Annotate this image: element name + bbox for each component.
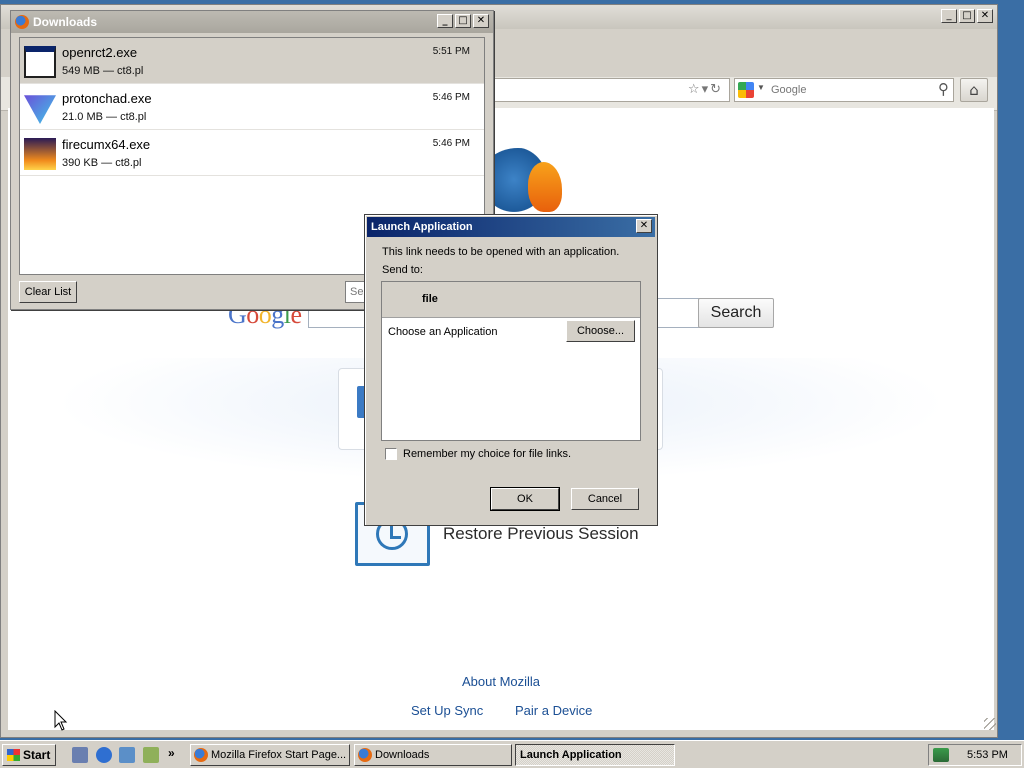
quick-launch-icon[interactable] bbox=[143, 747, 159, 763]
internet-explorer-icon[interactable] bbox=[96, 747, 112, 763]
system-tray: 5:53 PM bbox=[928, 744, 1022, 766]
minimize-icon[interactable]: _ bbox=[941, 9, 957, 23]
download-meta: 549 MB — ct8.pl bbox=[62, 65, 144, 77]
task-label: Launch Application bbox=[520, 749, 622, 761]
windows-logo-icon bbox=[7, 749, 20, 761]
download-time: 5:51 PM bbox=[432, 46, 470, 57]
close-icon[interactable]: ✕ bbox=[473, 14, 489, 28]
task-firefox-start-page[interactable]: Mozilla Firefox Start Page... bbox=[190, 744, 350, 766]
cancel-button[interactable]: Cancel bbox=[571, 488, 639, 510]
send-to-label: Send to: bbox=[382, 264, 423, 276]
remember-choice-checkbox[interactable] bbox=[385, 448, 397, 460]
application-list-header: file bbox=[382, 282, 640, 318]
taskbar: Start » Mozilla Firefox Start Page... Do… bbox=[0, 740, 1024, 768]
set-up-sync-link[interactable]: Set Up Sync bbox=[411, 703, 483, 718]
network-tray-icon[interactable] bbox=[933, 748, 949, 762]
home-icon[interactable]: ⌂ bbox=[960, 78, 988, 102]
exe-window-icon bbox=[24, 46, 56, 78]
close-icon[interactable]: ✕ bbox=[636, 219, 652, 233]
resize-grip-icon[interactable] bbox=[984, 718, 996, 730]
ok-button[interactable]: OK bbox=[490, 487, 560, 511]
start-label: Start bbox=[23, 748, 51, 762]
firefox-icon bbox=[194, 748, 208, 762]
search-icon[interactable]: ⚲ bbox=[938, 80, 949, 98]
clock[interactable]: 5:53 PM bbox=[967, 749, 1008, 761]
maximize-icon[interactable]: □ bbox=[959, 9, 975, 23]
remember-choice-label[interactable]: Remember my choice for file links. bbox=[403, 448, 571, 460]
mouse-cursor-icon bbox=[54, 710, 68, 731]
download-name: protonchad.exe bbox=[62, 91, 152, 106]
download-name: firecumx64.exe bbox=[62, 137, 151, 152]
application-list[interactable]: file Choose an Application Choose... bbox=[381, 281, 641, 441]
search-bar[interactable]: ▼ Google ⚲ bbox=[734, 78, 954, 102]
start-button[interactable]: Start bbox=[2, 744, 56, 766]
proton-icon bbox=[24, 95, 56, 124]
maximize-icon[interactable]: □ bbox=[455, 14, 471, 28]
download-time: 5:46 PM bbox=[432, 138, 470, 149]
google-engine-icon[interactable] bbox=[738, 82, 754, 98]
url-bar[interactable]: ☆▾↻ bbox=[490, 78, 730, 102]
choose-button[interactable]: Choose... bbox=[566, 320, 635, 342]
dialog-title: Launch Application bbox=[371, 221, 473, 233]
browser-window-controls: _ □ ✕ bbox=[941, 9, 993, 23]
dialog-message: This link needs to be opened with an app… bbox=[382, 246, 620, 258]
restore-session-label[interactable]: Restore Previous Session bbox=[443, 524, 639, 544]
bookmark-star-icon[interactable]: ☆▾↻ bbox=[688, 82, 723, 97]
downloads-window-controls: _ □ ✕ bbox=[437, 14, 489, 28]
dialog-titlebar[interactable]: Launch Application ✕ bbox=[367, 217, 655, 237]
firecum-icon bbox=[24, 138, 56, 170]
search-placeholder: Google bbox=[771, 84, 807, 96]
file-type-label: file bbox=[422, 293, 438, 305]
task-downloads[interactable]: Downloads bbox=[354, 744, 512, 766]
download-time: 5:46 PM bbox=[432, 92, 470, 103]
quick-launch-overflow-icon[interactable]: » bbox=[168, 746, 175, 760]
task-label: Downloads bbox=[375, 749, 430, 761]
pair-device-link[interactable]: Pair a Device bbox=[515, 703, 592, 718]
download-item[interactable]: firecumx64.exe 390 KB — ct8.pl 5:46 PM bbox=[20, 130, 484, 176]
choose-application-label[interactable]: Choose an Application bbox=[388, 326, 497, 338]
downloads-title: Downloads bbox=[33, 15, 98, 29]
downloads-titlebar[interactable]: Downloads _ □ ✕ bbox=[11, 11, 493, 33]
download-item[interactable]: protonchad.exe 21.0 MB — ct8.pl 5:46 PM bbox=[20, 84, 484, 130]
task-label: Mozilla Firefox Start Page... bbox=[211, 749, 347, 761]
download-meta: 21.0 MB — ct8.pl bbox=[62, 111, 147, 123]
google-search-button[interactable]: Search bbox=[698, 298, 774, 328]
download-name: openrct2.exe bbox=[62, 45, 138, 60]
download-item[interactable]: openrct2.exe 549 MB — ct8.pl 5:51 PM bbox=[20, 38, 484, 84]
minimize-icon[interactable]: _ bbox=[437, 14, 453, 28]
about-mozilla-link[interactable]: About Mozilla bbox=[462, 674, 540, 689]
outlook-express-icon[interactable] bbox=[119, 747, 135, 763]
task-launch-application[interactable]: Launch Application bbox=[515, 744, 675, 766]
launch-application-dialog: Launch Application ✕ This link needs to … bbox=[364, 214, 658, 526]
firefox-icon bbox=[358, 748, 372, 762]
close-icon[interactable]: ✕ bbox=[977, 9, 993, 23]
firefox-icon bbox=[15, 15, 29, 29]
download-meta: 390 KB — ct8.pl bbox=[62, 157, 142, 169]
firefox-flame bbox=[528, 162, 562, 212]
engine-dropdown-icon[interactable]: ▼ bbox=[757, 83, 765, 92]
show-desktop-icon[interactable] bbox=[72, 747, 88, 763]
clear-list-button[interactable]: Clear List bbox=[19, 281, 77, 303]
